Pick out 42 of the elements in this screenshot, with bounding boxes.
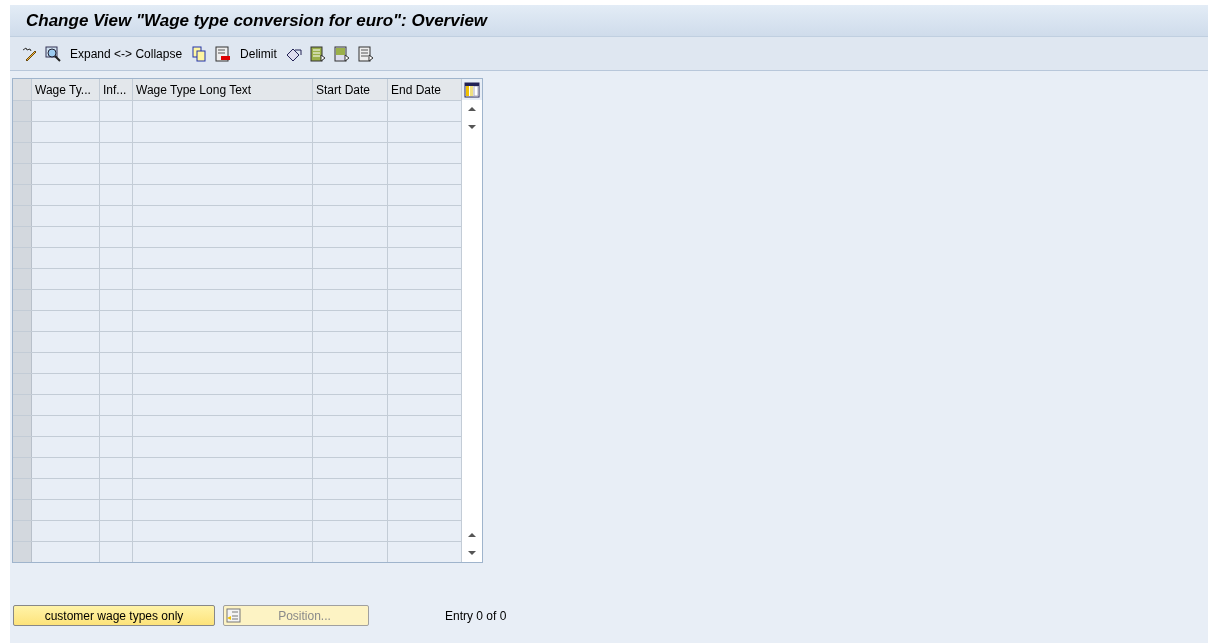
copy-icon[interactable] [190,44,209,63]
column-header[interactable]: End Date [388,79,462,100]
row-selector[interactable] [13,500,32,520]
row-selector[interactable] [13,101,32,121]
row-selector[interactable] [13,185,32,205]
row-selector[interactable] [13,248,32,268]
deselect-icon[interactable] [356,44,375,63]
row-selector[interactable] [13,353,32,373]
row-selector[interactable] [13,437,32,457]
position-icon [226,608,241,623]
column-header[interactable]: Wage Type Long Text [133,79,313,100]
select-all-cell[interactable] [13,79,32,100]
row-selector[interactable] [13,332,32,352]
select-all-icon[interactable] [308,44,327,63]
row-selector[interactable] [13,227,32,247]
delete-row-icon[interactable] [214,44,233,63]
column-settings-icon[interactable] [462,79,482,100]
footer-button[interactable]: customer wage types only [13,605,215,626]
magnifier-icon[interactable] [44,44,62,63]
row-selector[interactable] [13,122,32,142]
row-selector[interactable] [13,374,32,394]
row-selector[interactable] [13,311,32,331]
row-selector[interactable] [13,143,32,163]
row-selector[interactable] [13,521,32,541]
window-title: Change View "Wage type conversion for euro": Overview [26,9,488,32]
entry-count: Entry 0 of 0 [445,607,507,625]
select-block-icon[interactable] [332,44,351,63]
row-selector[interactable] [13,164,32,184]
column-header[interactable]: Wage Ty... [32,79,100,100]
scrollbar[interactable] [462,100,482,562]
row-selector[interactable] [13,206,32,226]
toolbar-button[interactable]: Delimit [238,44,279,63]
row-selector[interactable] [13,542,32,562]
column-header[interactable]: Start Date [313,79,388,100]
row-selector[interactable] [13,269,32,289]
column-header[interactable]: Inf... [100,79,133,100]
row-selector[interactable] [13,290,32,310]
row-selector[interactable] [13,458,32,478]
row-selector[interactable] [13,395,32,415]
row-selector[interactable] [13,479,32,499]
row-selector[interactable] [13,416,32,436]
toolbar-button[interactable]: Expand <-> Collapse [68,44,185,63]
